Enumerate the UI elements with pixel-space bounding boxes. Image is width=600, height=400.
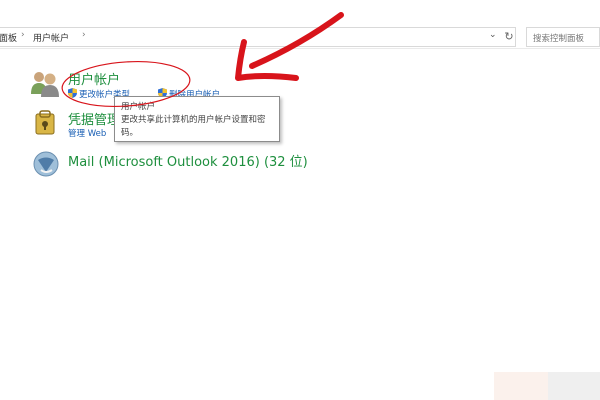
breadcrumb-separator-icon[interactable]: › xyxy=(21,30,25,40)
tooltip-title: 用户帐户 xyxy=(121,102,156,112)
chevron-down-icon[interactable]: ⌄ xyxy=(489,30,497,40)
tooltip: 用户帐户 更改共享此计算机的用户帐户设置和密码。 xyxy=(114,96,280,142)
red-annotation-layer xyxy=(61,12,344,107)
corner-thumbnail-block xyxy=(494,372,548,400)
uac-shield-icon xyxy=(68,88,77,98)
breadcrumb[interactable]: 面板 › 用户帐户 › ⌄ xyxy=(0,27,516,47)
breadcrumb-item-user-accounts[interactable]: 用户帐户 xyxy=(33,31,69,44)
refresh-icon[interactable]: ↻ xyxy=(500,28,518,46)
manage-web-credentials-link[interactable]: 管理 Web xyxy=(68,127,106,139)
credential-manager-icon[interactable] xyxy=(34,110,58,136)
search-placeholder: 搜索控制面板 xyxy=(533,34,585,44)
mail-icon[interactable] xyxy=(32,150,60,178)
credential-manager-title[interactable]: 凭据管理 xyxy=(68,109,120,128)
window-top-strip xyxy=(0,0,600,22)
search-input[interactable]: 搜索控制面板 xyxy=(526,27,600,47)
users-icon[interactable] xyxy=(30,70,62,98)
address-bar: 面板 › 用户帐户 › ⌄ ↻ 搜索控制面板 xyxy=(0,0,600,49)
tooltip-body: 更改共享此计算机的用户帐户设置和密码。 xyxy=(121,115,266,138)
corner-thumbnail-block-2 xyxy=(548,372,600,400)
breadcrumb-item-control-panel[interactable]: 面板 xyxy=(0,31,17,44)
mail-title[interactable]: Mail (Microsoft Outlook 2016) (32 位) xyxy=(68,151,308,170)
user-accounts-title[interactable]: 用户帐户 xyxy=(68,69,120,88)
breadcrumb-separator-icon[interactable]: › xyxy=(82,30,86,40)
